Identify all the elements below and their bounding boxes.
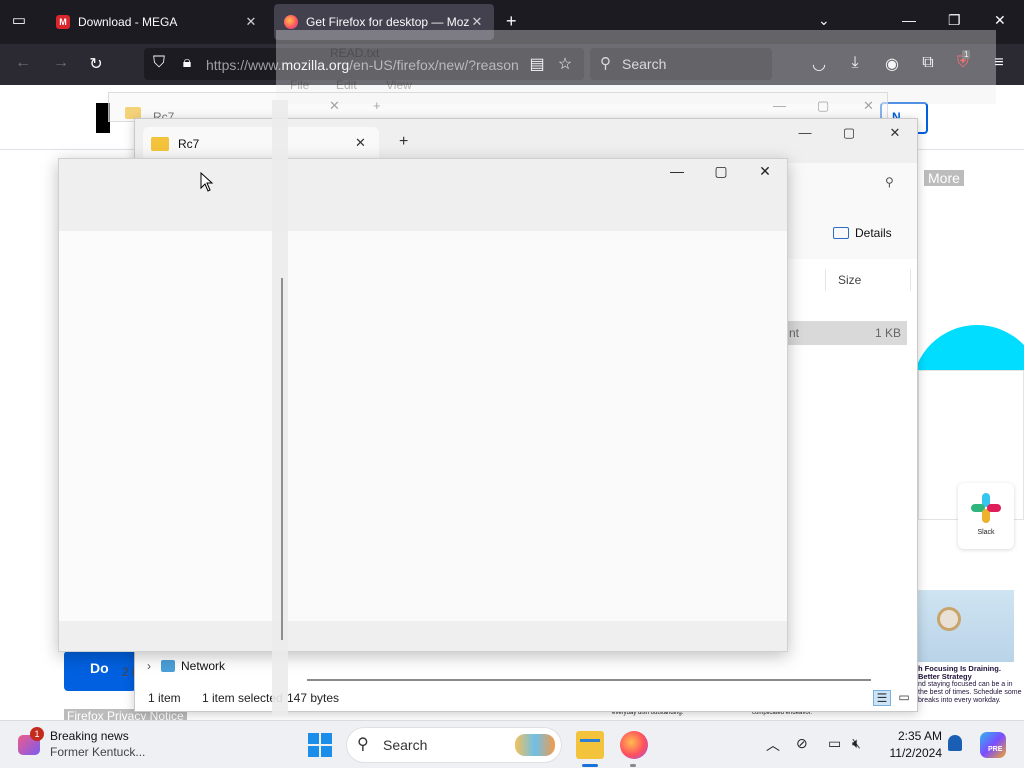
blank-status-bar	[59, 621, 787, 651]
close-tab-icon[interactable]: ✕	[355, 135, 366, 151]
taskbar-search-label: Search	[383, 737, 428, 753]
news-title: Breaking news	[50, 729, 129, 743]
volume-mute-icon[interactable]: 🔇︎	[852, 735, 861, 752]
more-link[interactable]: More	[924, 170, 964, 186]
taskbar-search[interactable]: ⚲ Search	[346, 727, 562, 763]
promo-headline: h Focusing Is Draining. Better Strategy	[918, 664, 1001, 681]
maximize-button[interactable]: ▢	[709, 163, 733, 180]
start-button[interactable]	[308, 733, 332, 757]
firefox-app-icon[interactable]	[620, 731, 648, 759]
tab-mega[interactable]: M Download - MEGA ✕	[46, 4, 268, 40]
network-offline-icon[interactable]: ⊘	[796, 735, 808, 752]
new-tab-button[interactable]: +	[506, 11, 517, 32]
list-all-tabs-icon[interactable]: ▭	[8, 11, 30, 33]
details-pane-icon	[833, 227, 849, 239]
promo-image	[918, 590, 1014, 662]
slack-tile: Slack	[958, 483, 1014, 549]
tiles-view-icon[interactable]: ▭	[895, 690, 913, 706]
chevron-right-icon[interactable]: ›	[147, 659, 151, 673]
active-indicator	[582, 764, 598, 767]
clock-illustration-icon	[937, 607, 961, 631]
search-icon: ⚲	[357, 736, 369, 753]
minimize-icon: —	[773, 98, 786, 113]
explorer-tab-label: Rc7	[178, 137, 200, 151]
close-tab-icon[interactable]: ✕	[244, 14, 258, 30]
column-header-size[interactable]: Size	[825, 269, 911, 291]
nav-item-label: Network	[181, 659, 226, 673]
status-bar: 1 item 1 item selected 147 bytes ☰ ▭	[135, 687, 917, 711]
new-tab-button[interactable]: +	[399, 133, 408, 151]
details-pane-button[interactable]: Details	[833, 226, 892, 240]
status-size: 147 bytes	[287, 691, 340, 705]
taskbar: 1 Breaking news Former Kentuck... ⚲ Sear…	[0, 720, 1024, 768]
close-button[interactable]: ✕	[753, 163, 777, 180]
search-highlight-icon	[515, 734, 555, 756]
forward-icon[interactable]: →	[50, 54, 72, 72]
minimize-button[interactable]: —	[793, 125, 817, 140]
file-size: 1 KB	[874, 326, 901, 340]
minimize-button[interactable]: —	[902, 12, 916, 28]
mouse-cursor-icon	[200, 172, 214, 192]
blank-window: — ▢ ✕	[58, 158, 788, 652]
news-subtitle: Former Kentuck...	[50, 745, 146, 759]
news-widget[interactable]: 1 Breaking news Former Kentuck...	[18, 727, 168, 763]
folder-icon	[151, 137, 169, 151]
shield-icon[interactable]: ⛉	[148, 54, 170, 72]
tab-title: Get Firefox for desktop — Mozi	[306, 15, 470, 29]
splitter-line	[281, 278, 283, 640]
menu-view: View	[386, 78, 412, 92]
slack-icon	[971, 493, 1001, 523]
file-explorer-app-icon[interactable]	[576, 731, 604, 759]
notification-bell-icon[interactable]	[948, 735, 962, 751]
details-view-icon[interactable]: ☰	[873, 690, 891, 706]
menu-file: File	[290, 78, 310, 92]
close-tab-icon: ✕	[329, 98, 340, 113]
copilot-icon[interactable]: PRE	[980, 732, 1006, 758]
news-badge: 1	[30, 727, 44, 741]
nav-item-network[interactable]: › Network	[147, 659, 225, 673]
horizontal-scrollbar[interactable]	[307, 679, 871, 681]
network-icon	[161, 660, 175, 672]
copilot-badge: PRE	[988, 746, 1003, 753]
clock[interactable]: 2:35 AM 11/2/2024	[886, 728, 943, 762]
notepad-title: READ.txt	[330, 46, 380, 60]
partial-item-count: 2 i	[122, 665, 135, 679]
back-icon[interactable]: ←	[12, 54, 34, 72]
search-icon[interactable]: ⚲	[885, 175, 894, 189]
promo-text: h Focusing Is Draining. Better Strategy …	[918, 665, 1022, 705]
firefox-icon	[284, 15, 298, 29]
close-tab-icon[interactable]: ✕	[470, 14, 484, 30]
file-row[interactable]: nt 1 KB	[775, 321, 907, 345]
promo-body: nd staying focused can be a in the best …	[918, 681, 1022, 704]
maximize-icon: ▢	[817, 98, 830, 113]
clock-time: 2:35 AM	[897, 729, 942, 743]
running-indicator	[630, 764, 636, 767]
tab-overflow-chevron-icon[interactable]: ⌄	[818, 12, 830, 29]
clock-date: 11/2/2024	[889, 746, 943, 760]
slack-label: Slack	[977, 529, 995, 536]
display-icon[interactable]: ▭	[828, 735, 841, 752]
close-window-button[interactable]: ✕	[994, 12, 1006, 29]
restore-button[interactable]: ❐	[948, 12, 961, 29]
show-hidden-icons-icon[interactable]: ︿	[766, 735, 780, 755]
blank-window-titlebar: — ▢ ✕	[59, 159, 787, 231]
new-tab-icon: +	[373, 98, 381, 113]
close-icon: ✕	[863, 98, 874, 113]
status-item-count: 1 item	[148, 691, 181, 705]
status-selected: 1 item selected	[202, 691, 283, 705]
tab-title: Download - MEGA	[78, 15, 178, 29]
file-type: nt	[789, 326, 800, 340]
lock-icon[interactable]: 🔒︎	[176, 54, 198, 72]
menu-edit: Edit	[336, 78, 357, 92]
close-button[interactable]: ✕	[883, 125, 907, 141]
explorer-titlebar: Rc7 ✕ + — ▢ ✕	[135, 119, 917, 163]
blank-navigation-pane	[59, 231, 273, 621]
pane-splitter[interactable]	[272, 100, 288, 715]
maximize-button[interactable]: ▢	[837, 125, 861, 141]
reload-icon[interactable]: ↻	[85, 54, 107, 74]
minimize-button[interactable]: —	[665, 163, 689, 179]
mega-icon: M	[56, 15, 70, 29]
details-label: Details	[855, 226, 892, 240]
